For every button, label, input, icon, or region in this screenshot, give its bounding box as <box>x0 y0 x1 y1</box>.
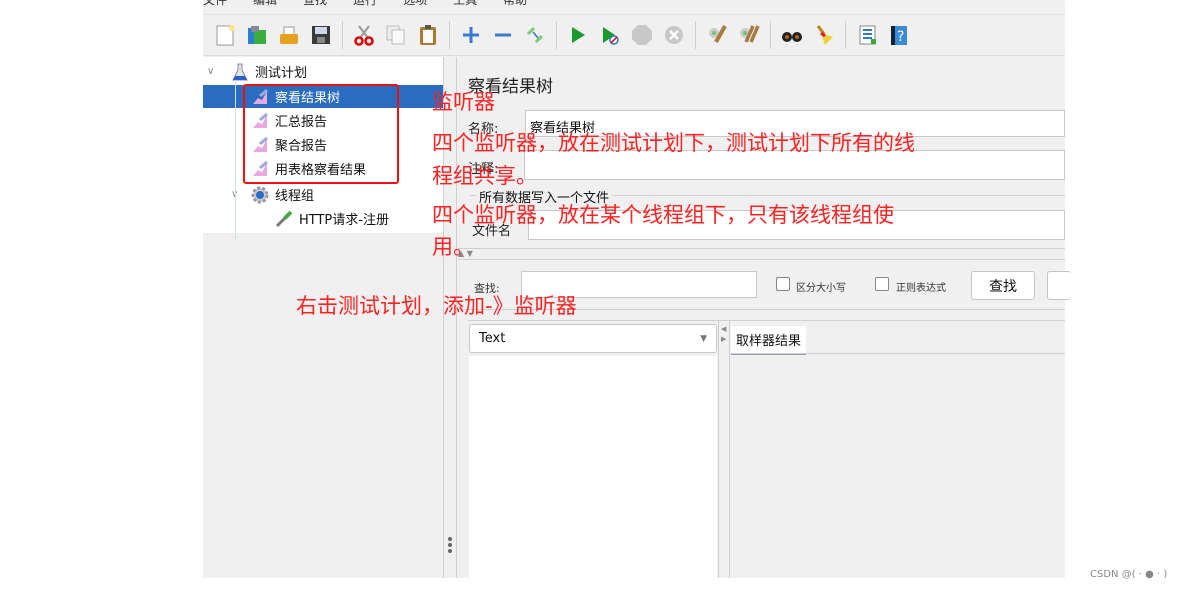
tree-label: 线程组 <box>275 189 315 204</box>
menu-options[interactable]: 选项 <box>403 0 427 7</box>
grip-dot <box>448 537 452 541</box>
stop-icon[interactable] <box>629 22 655 48</box>
case-sensitive-label: 区分大小写 <box>796 283 846 294</box>
svg-text:?: ? <box>897 29 904 45</box>
tree-label: 测试计划 <box>255 66 308 81</box>
annotation-line2: 四个监听器，放在某个线程组下，只有该线程组使 <box>432 203 894 227</box>
tab-underline <box>731 353 1065 354</box>
tree-label: HTTP请求-注册 <box>299 213 389 228</box>
regex-label: 正则表达式 <box>896 283 946 294</box>
gear-icon <box>251 186 269 203</box>
menu-search[interactable]: 查找 <box>303 0 327 7</box>
toolbar-separator <box>845 21 846 49</box>
menu-run[interactable]: 运行 <box>353 0 377 7</box>
dropdown-arrow-icon: ▼ <box>700 333 707 344</box>
annotation-line1: 四个监听器，放在测试计划下，测试计划下所有的线 <box>432 131 915 155</box>
result-detail-pane <box>731 355 1065 578</box>
help-icon[interactable]: ? <box>886 22 912 48</box>
split-arrows-icon[interactable]: ◀ ▶ <box>721 324 729 344</box>
watermark: CSDN @( · ● · ) <box>1090 569 1168 580</box>
start-icon[interactable] <box>565 22 591 48</box>
grip-dot <box>448 549 452 553</box>
search-icon[interactable] <box>779 22 805 48</box>
save-icon[interactable] <box>308 22 334 48</box>
results-list[interactable] <box>469 356 717 578</box>
paste-icon[interactable] <box>415 22 441 48</box>
clear-all-icon[interactable] <box>736 22 762 48</box>
separator <box>458 259 1065 260</box>
listeners-highlight-box <box>243 84 399 184</box>
menu-file[interactable]: 文件 <box>203 0 227 7</box>
pipette-icon <box>275 210 293 227</box>
annotation-line2-cont: 用。 <box>432 235 474 259</box>
templates-icon[interactable] <box>244 22 270 48</box>
collapse-icon[interactable] <box>490 22 516 48</box>
chevron-down-icon[interactable]: ∨ <box>231 189 243 200</box>
start-no-pauses-icon[interactable] <box>597 22 623 48</box>
shutdown-icon[interactable] <box>661 22 687 48</box>
toolbar-separator <box>770 21 771 49</box>
toolbar: ? <box>203 14 1065 56</box>
function-helper-icon[interactable] <box>854 22 880 48</box>
renderer-select-value: Text <box>479 331 506 346</box>
reset-search-icon[interactable] <box>811 22 837 48</box>
menu-edit[interactable]: 编辑 <box>253 0 277 7</box>
toggle-icon[interactable] <box>522 22 548 48</box>
tree-node-thread-group[interactable]: ∨ 线程组 <box>231 183 314 206</box>
separator <box>458 248 1065 249</box>
results-split-divider[interactable]: ◀ ▶ <box>718 320 730 578</box>
menu-bar: 文件 编辑 查找 运行 选项 工具 帮助 <box>203 0 1065 7</box>
copy-icon[interactable] <box>383 22 409 48</box>
renderer-select[interactable]: Text ▼ <box>469 324 717 353</box>
menu-tools[interactable]: 工具 <box>453 0 477 7</box>
reset-button[interactable] <box>1047 271 1071 300</box>
toolbar-separator <box>695 21 696 49</box>
expand-icon[interactable] <box>458 22 484 48</box>
tree-node-test-plan[interactable]: ∨ 测试计划 <box>203 60 307 83</box>
cut-icon[interactable] <box>351 22 377 48</box>
tree-guide-line <box>235 80 236 240</box>
separator <box>468 320 1065 321</box>
open-icon[interactable] <box>276 22 302 48</box>
toolbar-separator <box>556 21 557 49</box>
menu-help[interactable]: 帮助 <box>503 0 527 7</box>
annotation-title: 监听器 <box>432 90 495 114</box>
chevron-down-icon[interactable]: ∨ <box>207 66 219 77</box>
flask-icon <box>232 63 248 80</box>
annotation-howto: 右击测试计划，添加-》监听器 <box>296 294 577 318</box>
new-icon[interactable] <box>212 22 238 48</box>
grip-dot <box>448 543 452 547</box>
clear-icon[interactable] <box>704 22 730 48</box>
tree-node-http-sampler[interactable]: HTTP请求-注册 <box>275 207 389 230</box>
search-button[interactable]: 查找 <box>971 271 1035 300</box>
toolbar-separator <box>342 21 343 49</box>
toolbar-separator <box>449 21 450 49</box>
annotation-line1-cont: 程组共享。 <box>432 164 537 188</box>
regex-checkbox[interactable] <box>875 277 889 291</box>
case-sensitive-checkbox[interactable] <box>776 277 790 291</box>
